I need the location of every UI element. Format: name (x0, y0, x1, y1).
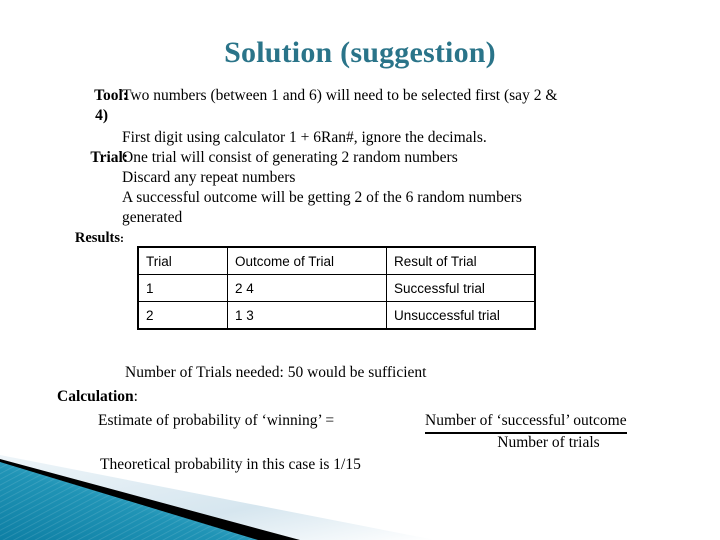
trial-row-3: A successful outcome will be getting 2 o… (0, 188, 720, 208)
slide-footer-text: Number of Trials needed: 50 would be suf… (0, 362, 720, 478)
cell-result-2: Unsuccessful trial (386, 301, 536, 330)
table-header-result: Result of Trial (386, 246, 536, 275)
trial-row-4: generated (0, 208, 720, 228)
tool-text: Two numbers (between 1 and 6) will need … (122, 87, 558, 104)
table-header-trial: Trial (137, 246, 228, 275)
theoretical-text: Theoretical probability in this case is … (100, 456, 361, 473)
tool-label: Tool: (94, 87, 128, 104)
trial-row-2: Discard any repeat numbers (0, 168, 720, 188)
tool-wrap-row: 4) (0, 106, 720, 128)
results-table: Trial Outcome of Trial Result of Trial 1… (137, 246, 536, 330)
tool-row: Tool: Two numbers (between 1 and 6) will… (0, 86, 720, 106)
table-header-outcome: Outcome of Trial (226, 246, 388, 275)
fraction-denominator: Number of trials (497, 434, 600, 451)
trials-needed-text: Number of Trials needed: 50 would be suf… (125, 364, 427, 381)
table-row: 2 1 3 Unsuccessful trial (137, 301, 536, 330)
results-row: Results: (0, 228, 720, 248)
trial-text-3: A successful outcome will be getting 2 o… (122, 189, 522, 206)
table-header-row: Trial Outcome of Trial Result of Trial (137, 246, 536, 275)
cell-trial-1: 1 (137, 274, 228, 302)
results-label: Results: (74, 230, 124, 246)
trial-label: Trial: (90, 149, 128, 166)
trial-text-2: Discard any repeat numbers (122, 169, 296, 186)
table-row: 1 2 4 Successful trial (137, 274, 536, 302)
slide-body: Tool: Two numbers (between 1 and 6) will… (0, 86, 720, 248)
trials-needed-row: Number of Trials needed: 50 would be suf… (0, 362, 720, 386)
tool-text2: First digit using calculator 1 + 6Ran#, … (122, 129, 487, 146)
estimate-text: Estimate of probability of ‘winning’ = (98, 412, 335, 429)
page-title: Solution (suggestion) (224, 36, 496, 69)
cell-outcome-2: 1 3 (226, 301, 388, 330)
trial-text-4: generated (122, 209, 183, 226)
estimate-row: Estimate of probability of ‘winning’ = N… (0, 410, 720, 454)
tool-text2-row: First digit using calculator 1 + 6Ran#, … (0, 128, 720, 148)
calculation-row: Calculation: (0, 386, 720, 410)
trial-text-1: One trial will consist of generating 2 r… (122, 149, 458, 166)
tool-wrap-text: 4) (95, 107, 108, 124)
cell-trial-2: 2 (137, 301, 228, 330)
trial-row: Trial: One trial will consist of generat… (0, 148, 720, 168)
theoretical-row: Theoretical probability in this case is … (0, 454, 720, 478)
cell-result-1: Successful trial (386, 274, 536, 302)
calculation-label: Calculation: (57, 388, 138, 405)
fraction-numerator: Number of ‘successful’ outcome (425, 410, 627, 434)
cell-outcome-1: 2 4 (226, 274, 388, 302)
